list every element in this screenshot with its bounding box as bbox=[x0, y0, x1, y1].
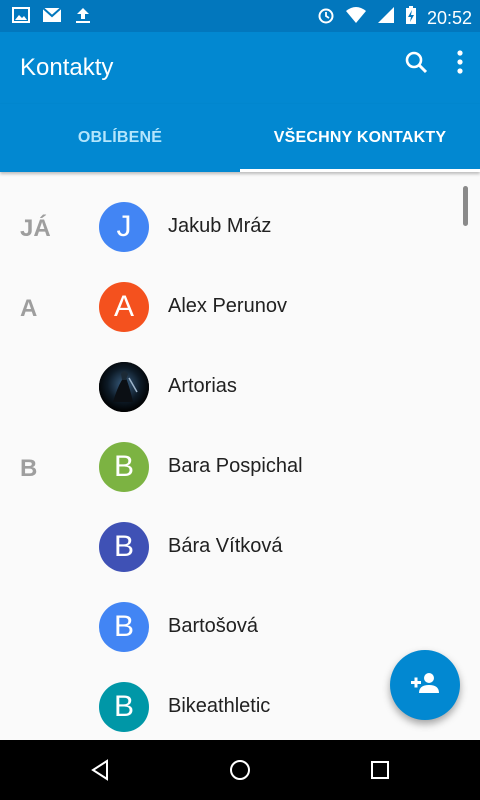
contact-row[interactable]: JÁ J Jakub Mráz bbox=[0, 187, 480, 267]
contact-name: Bartošová bbox=[168, 615, 259, 637]
gmail-icon bbox=[42, 7, 62, 28]
tab-bar: OBLÍBENÉ VŠECHNY KONTAKTY bbox=[0, 104, 480, 172]
nav-bar bbox=[0, 740, 480, 800]
avatar-initial: J bbox=[116, 210, 132, 243]
section-header: JÁ bbox=[20, 215, 51, 242]
signal-icon bbox=[377, 6, 395, 29]
tab-favorites[interactable]: OBLÍBENÉ bbox=[0, 104, 240, 172]
scrollbar-thumb[interactable] bbox=[463, 186, 468, 226]
app-bar: Kontakty bbox=[0, 32, 480, 104]
avatar: J bbox=[99, 202, 149, 252]
recents-icon[interactable] bbox=[366, 756, 394, 784]
wifi-icon bbox=[345, 6, 367, 29]
app-title: Kontakty bbox=[20, 54, 114, 81]
avatar-initial: B bbox=[113, 530, 134, 563]
contact-name: Alex Perunov bbox=[168, 295, 287, 317]
contact-name: Artorias bbox=[168, 375, 237, 397]
alarm-icon bbox=[317, 6, 335, 29]
contact-row[interactable]: B B Bara Pospichal bbox=[0, 427, 480, 507]
contact-row[interactable]: B Bára Vítková bbox=[0, 507, 480, 587]
avatar-initial: A bbox=[113, 290, 134, 323]
avatar: A bbox=[99, 282, 149, 332]
contact-row[interactable]: A A Alex Perunov bbox=[0, 267, 480, 347]
back-icon[interactable] bbox=[86, 756, 114, 784]
home-icon[interactable] bbox=[226, 756, 254, 784]
avatar: B bbox=[99, 442, 149, 492]
battery-charging-icon bbox=[405, 5, 417, 30]
avatar-photo bbox=[99, 362, 149, 412]
tab-indicator bbox=[240, 169, 480, 172]
add-contact-button[interactable] bbox=[390, 650, 460, 720]
contact-name: Bikeathletic bbox=[168, 695, 271, 717]
image-icon bbox=[12, 7, 30, 28]
contact-name: Bára Vítková bbox=[168, 535, 283, 557]
section-header: A bbox=[20, 295, 38, 322]
avatar-initial: B bbox=[113, 450, 134, 483]
upload-icon bbox=[74, 6, 92, 29]
status-time: 20:52 bbox=[426, 7, 472, 28]
avatar-initial: B bbox=[113, 610, 134, 643]
contact-row[interactable]: Artorias bbox=[0, 347, 480, 427]
section-header: B bbox=[20, 455, 38, 482]
avatar-initial: B bbox=[113, 690, 134, 723]
avatar: B bbox=[99, 522, 149, 572]
tab-all-contacts-label: VŠECHNY KONTAKTY bbox=[273, 129, 447, 146]
tab-all-contacts[interactable]: VŠECHNY KONTAKTY bbox=[240, 104, 480, 172]
avatar: B bbox=[99, 682, 149, 732]
more-vert-icon[interactable] bbox=[456, 50, 464, 79]
avatar: B bbox=[99, 602, 149, 652]
add-person-icon bbox=[410, 671, 440, 700]
contact-name: Bara Pospichal bbox=[168, 455, 303, 477]
contact-name: Jakub Mráz bbox=[168, 215, 272, 237]
status-bar: 20:52 bbox=[0, 0, 480, 32]
tab-favorites-label: OBLÍBENÉ bbox=[77, 129, 163, 146]
search-icon[interactable] bbox=[404, 50, 428, 79]
